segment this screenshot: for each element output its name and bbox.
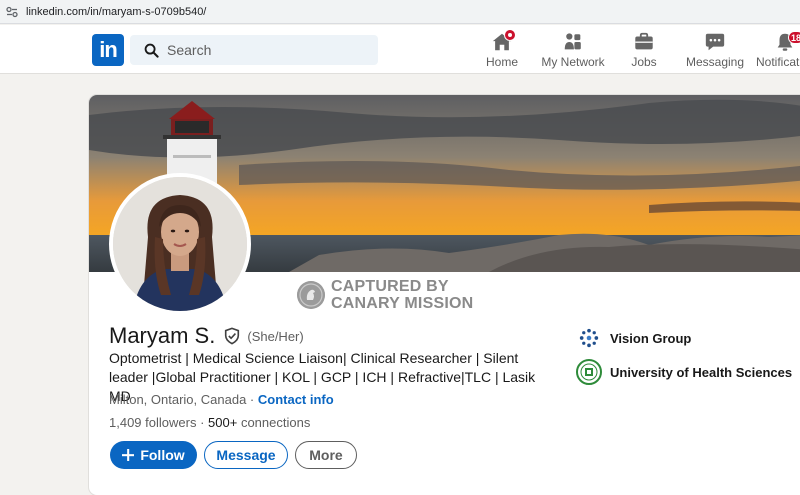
university-seal-logo	[576, 359, 602, 385]
search-icon	[144, 43, 159, 58]
plus-icon	[122, 449, 135, 461]
briefcase-icon	[635, 32, 653, 50]
nav-my-network-label: My Network	[541, 55, 605, 69]
search-box[interactable]	[130, 35, 378, 65]
follow-button[interactable]: Follow	[110, 441, 197, 469]
nav-notifications[interactable]: 18 Notifications	[754, 29, 800, 73]
profile-card: CAPTURED BY CANARY MISSION Maryam S. (Sh…	[89, 95, 800, 495]
pronouns: (She/Her)	[247, 328, 304, 344]
nav-jobs-label: Jobs	[631, 55, 657, 69]
org-university[interactable]: University of Health Sciences	[576, 359, 792, 385]
nav-notifications-label: Notifications	[756, 55, 800, 69]
search-input[interactable]	[167, 42, 357, 58]
network-icon	[564, 33, 581, 50]
nav-home[interactable]: Home	[482, 29, 522, 73]
linkedin-logo[interactable]: in	[92, 34, 124, 66]
nav-home-label: Home	[485, 55, 518, 69]
profile-photo[interactable]	[109, 173, 251, 315]
profile-name: Maryam S.	[109, 323, 216, 348]
url-text[interactable]: linkedin.com/in/maryam-s-0709b540/	[26, 6, 206, 18]
top-navigation: in Home My Network	[0, 25, 800, 74]
org-vision-group[interactable]: Vision Group	[576, 325, 691, 351]
verified-shield-icon[interactable]	[223, 327, 241, 345]
nav-messaging[interactable]: Messaging	[686, 29, 744, 73]
location-text: Milton, Ontario, Canada	[109, 392, 247, 407]
message-button[interactable]: Message	[204, 441, 288, 469]
location-line: Milton, Ontario, Canada · Contact info	[109, 392, 334, 407]
connections-count: 500+	[208, 415, 238, 430]
profile-photo-image	[113, 177, 247, 311]
site-settings-icon[interactable]	[6, 6, 18, 18]
watermark-line1: CAPTURED BY	[331, 278, 449, 295]
messaging-icon	[705, 33, 725, 51]
browser-address-bar[interactable]: linkedin.com/in/maryam-s-0709b540/	[0, 0, 800, 24]
nav-my-network[interactable]: My Network	[540, 29, 606, 73]
watermark-line2: CANARY MISSION	[331, 295, 474, 312]
name-row: Maryam S. (She/Her)	[109, 323, 304, 349]
followers-count: 1,409	[109, 415, 142, 430]
watermark: CAPTURED BY CANARY MISSION	[297, 278, 473, 312]
more-button[interactable]: More	[295, 441, 357, 469]
vision-group-logo	[579, 328, 599, 348]
nav-messaging-label: Messaging	[686, 55, 745, 69]
nav-jobs[interactable]: Jobs	[626, 29, 662, 73]
contact-info-link[interactable]: Contact info	[258, 392, 334, 407]
network-stats: 1,409 followers · 500+ connections	[109, 415, 311, 430]
notifications-badge: 18	[788, 31, 800, 44]
org-name: Vision Group	[610, 330, 692, 346]
canary-mission-seal-icon	[297, 281, 325, 309]
org-name: University of Health Sciences	[610, 364, 793, 380]
